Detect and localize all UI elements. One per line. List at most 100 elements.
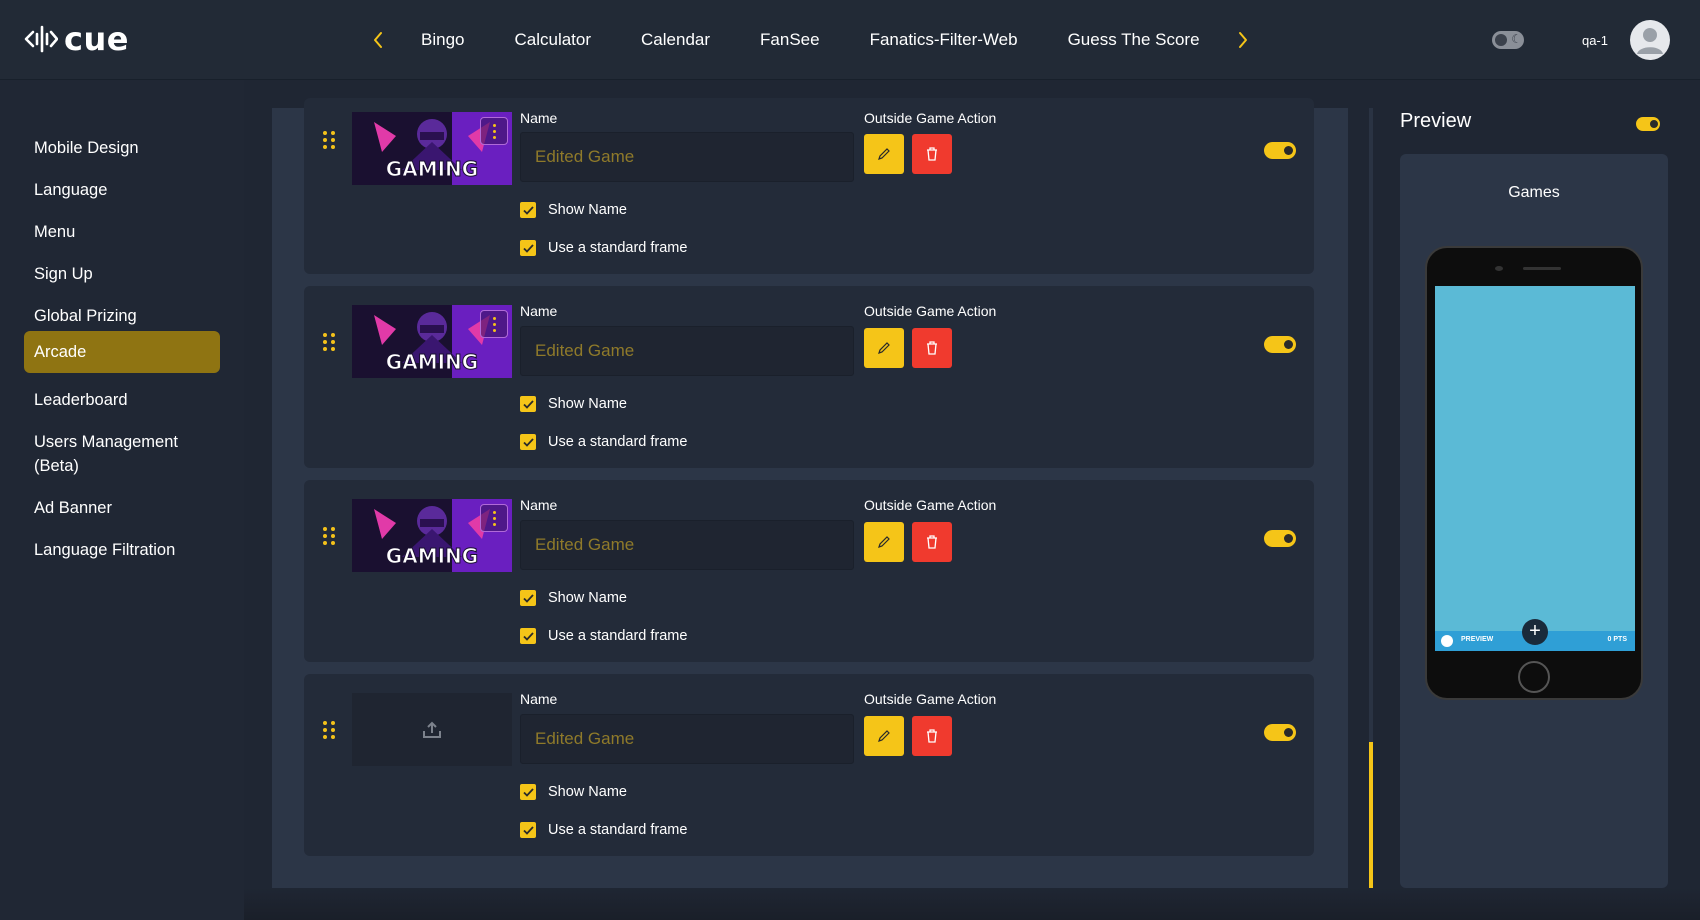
show-name-checkbox[interactable]: Show Name xyxy=(520,394,627,414)
edit-action-button[interactable] xyxy=(864,716,904,756)
delete-game-button[interactable] xyxy=(912,328,952,368)
thumbnail-menu-button[interactable] xyxy=(480,310,508,338)
pencil-icon xyxy=(878,148,890,160)
theme-toggle[interactable]: ☾ xyxy=(1491,31,1524,49)
sidebar-item-mobile-design[interactable]: Mobile Design xyxy=(24,128,220,168)
game-thumbnail[interactable]: GAMING xyxy=(352,305,512,378)
toggle-knob xyxy=(1650,120,1658,128)
thumbnail-menu-button[interactable] xyxy=(480,504,508,532)
trash-icon xyxy=(927,729,937,743)
svg-text:GAMING: GAMING xyxy=(386,350,478,374)
tab-calendar[interactable]: Calendar xyxy=(616,30,735,50)
sidebar-item-menu[interactable]: Menu xyxy=(24,212,220,252)
toggle-knob xyxy=(1284,146,1293,155)
delete-game-button[interactable] xyxy=(912,716,952,756)
tab-bingo[interactable]: Bingo xyxy=(396,30,489,50)
game-thumbnail[interactable]: GAMING xyxy=(352,499,512,572)
tab-calculator[interactable]: Calculator xyxy=(489,30,616,50)
preview-panel: Games PREVIEW + 0 PTS xyxy=(1400,154,1668,888)
standard-frame-checkbox[interactable]: Use a standard frame xyxy=(520,626,687,646)
toggle-knob xyxy=(1284,728,1293,737)
checkbox-checked-icon xyxy=(520,784,536,800)
phone-bar-left-text: PREVIEW xyxy=(1461,636,1494,643)
arcade-games-list[interactable]: GAMING Name Outside Game Action Edited G… xyxy=(272,98,1348,888)
game-thumbnail[interactable]: GAMING xyxy=(352,112,512,185)
cue-logo[interactable]: cue xyxy=(24,20,129,58)
checkbox-checked-icon xyxy=(520,240,536,256)
bottom-band xyxy=(244,888,1700,920)
show-name-checkbox[interactable]: Show Name xyxy=(520,588,627,608)
outside-game-action-label: Outside Game Action xyxy=(864,691,997,707)
game-enabled-toggle[interactable] xyxy=(1264,530,1296,547)
game-card: GAMING Name Outside Game Action Edited G… xyxy=(304,286,1314,468)
nav-next-button[interactable] xyxy=(1225,22,1261,58)
toggle-knob xyxy=(1284,534,1293,543)
sidebar-item-global-prizing[interactable]: Global Prizing xyxy=(24,296,220,336)
sidebar-item-users-management[interactable]: Users Management (Beta) xyxy=(24,422,220,486)
trash-icon xyxy=(927,535,937,549)
game-enabled-toggle[interactable] xyxy=(1264,142,1296,159)
standard-frame-label: Use a standard frame xyxy=(548,434,688,450)
outside-game-action-label: Outside Game Action xyxy=(864,303,997,319)
edit-action-button[interactable] xyxy=(864,328,904,368)
game-enabled-toggle[interactable] xyxy=(1264,336,1296,353)
standard-frame-checkbox[interactable]: Use a standard frame xyxy=(520,432,687,452)
scrollbar-thumb[interactable] xyxy=(1369,742,1373,888)
edit-action-button[interactable] xyxy=(864,134,904,174)
game-enabled-toggle[interactable] xyxy=(1264,724,1296,741)
phone-bottom-bar: PREVIEW + 0 PTS xyxy=(1435,619,1635,651)
svg-text:GAMING: GAMING xyxy=(386,544,478,568)
chevron-left-icon xyxy=(374,32,382,48)
edit-action-button[interactable] xyxy=(864,522,904,562)
delete-game-button[interactable] xyxy=(912,134,952,174)
tab-fansee[interactable]: FanSee xyxy=(735,30,845,50)
drag-handle-icon[interactable] xyxy=(323,131,335,149)
avatar[interactable] xyxy=(1630,20,1670,60)
name-label: Name xyxy=(520,303,558,319)
name-label: Name xyxy=(520,497,558,513)
standard-frame-checkbox[interactable]: Use a standard frame xyxy=(520,238,687,258)
svg-text:GAMING: GAMING xyxy=(386,157,478,181)
sidebar-item-language-filtration[interactable]: Language Filtration xyxy=(24,530,220,570)
trash-icon xyxy=(927,147,937,161)
phone-home-button xyxy=(1518,661,1550,693)
show-name-label: Show Name xyxy=(548,202,627,218)
tab-fanatics-filter-web[interactable]: Fanatics-Filter-Web xyxy=(845,30,1043,50)
game-name-input[interactable]: Edited Game xyxy=(520,132,854,182)
standard-frame-label: Use a standard frame xyxy=(548,822,688,838)
show-name-checkbox[interactable]: Show Name xyxy=(520,782,627,802)
standard-frame-checkbox[interactable]: Use a standard frame xyxy=(520,820,687,840)
sidebar-item-arcade[interactable]: Arcade xyxy=(24,331,220,373)
trash-icon xyxy=(927,341,937,355)
checkbox-checked-icon xyxy=(520,202,536,218)
phone-mockup: PREVIEW + 0 PTS xyxy=(1425,246,1643,700)
sidebar-item-ad-banner[interactable]: Ad Banner xyxy=(24,488,220,528)
preview-toggle[interactable] xyxy=(1636,117,1660,131)
thumbnail-menu-button[interactable] xyxy=(480,117,508,145)
nav-prev-button[interactable] xyxy=(360,22,396,58)
game-card: GAMING Name Outside Game Action Edited G… xyxy=(304,480,1314,662)
sidebar-item-leaderboard[interactable]: Leaderboard xyxy=(24,380,220,420)
outside-game-action-label: Outside Game Action xyxy=(864,497,997,513)
drag-handle-icon[interactable] xyxy=(323,721,335,739)
sidebar-item-language[interactable]: Language xyxy=(24,170,220,210)
checkbox-checked-icon xyxy=(520,396,536,412)
drag-handle-icon[interactable] xyxy=(323,527,335,545)
header-user-area: ☾ qa-1 xyxy=(1491,20,1670,60)
drag-handle-icon[interactable] xyxy=(323,333,335,351)
game-name-input[interactable]: Edited Game xyxy=(520,714,854,764)
name-label: Name xyxy=(520,110,558,126)
phone-speaker xyxy=(1523,267,1561,270)
game-name-input[interactable]: Edited Game xyxy=(520,520,854,570)
checkbox-checked-icon xyxy=(520,822,536,838)
image-upload-area[interactable] xyxy=(352,693,512,766)
tab-guess-the-score[interactable]: Guess The Score xyxy=(1043,30,1225,50)
delete-game-button[interactable] xyxy=(912,522,952,562)
show-name-checkbox[interactable]: Show Name xyxy=(520,200,627,220)
sidebar-item-sign-up[interactable]: Sign Up xyxy=(24,254,220,294)
chevron-right-icon xyxy=(1238,32,1247,48)
game-card: GAMING Name Outside Game Action Edited G… xyxy=(304,98,1314,274)
preview-section-title: Games xyxy=(1508,184,1560,201)
show-name-label: Show Name xyxy=(548,396,627,412)
game-name-input[interactable]: Edited Game xyxy=(520,326,854,376)
